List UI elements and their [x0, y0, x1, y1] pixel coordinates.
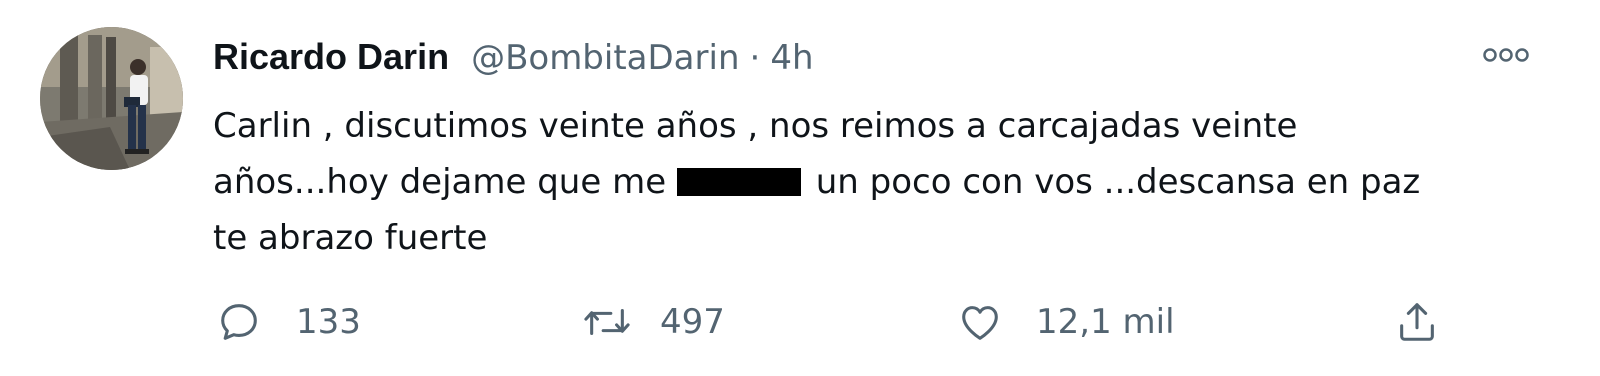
redaction-bar [676, 168, 801, 196]
more-options-icon [1483, 48, 1529, 62]
tweet[interactable]: Ricardo Darin @BombitaDarin · 4h Carlin … [0, 0, 1600, 376]
avatar[interactable] [40, 27, 183, 170]
tweet-header: Ricardo Darin @BombitaDarin · 4h [213, 36, 814, 86]
tweet-text-line: Carlin , discutimos veinte años , nos re… [213, 106, 1298, 146]
retweet-button[interactable]: 497 [582, 292, 725, 352]
tweet-text-line: años...hoy dejame que me un poco con vos… [213, 154, 1553, 210]
tweet-text: Carlin , discutimos veinte años , nos re… [213, 98, 1553, 266]
more-options-button[interactable] [1478, 40, 1534, 70]
action-bar: 133 497 12,1 mil [0, 292, 1600, 352]
author-handle[interactable]: @BombitaDarin [471, 38, 739, 78]
heart-icon [962, 306, 998, 340]
tweet-timestamp[interactable]: 4h [770, 38, 813, 78]
reply-icon [221, 304, 257, 340]
retweet-count: 497 [660, 302, 725, 342]
share-icon [1400, 303, 1434, 341]
reply-button[interactable]: 133 [216, 292, 361, 352]
author-name[interactable]: Ricardo Darin [213, 36, 449, 78]
share-button[interactable] [1394, 292, 1440, 352]
avatar-image [40, 27, 183, 170]
tweet-text-line: te abrazo fuerte [213, 218, 488, 258]
retweet-icon [584, 308, 630, 336]
reply-count: 133 [296, 302, 361, 342]
like-count: 12,1 mil [1036, 302, 1175, 342]
separator-dot: · [749, 38, 761, 78]
tweet-text-segment: un poco con vos ...descansa en paz [815, 162, 1421, 202]
like-button[interactable]: 12,1 mil [956, 292, 1175, 352]
tweet-text-segment: años...hoy dejame que me [213, 162, 667, 202]
